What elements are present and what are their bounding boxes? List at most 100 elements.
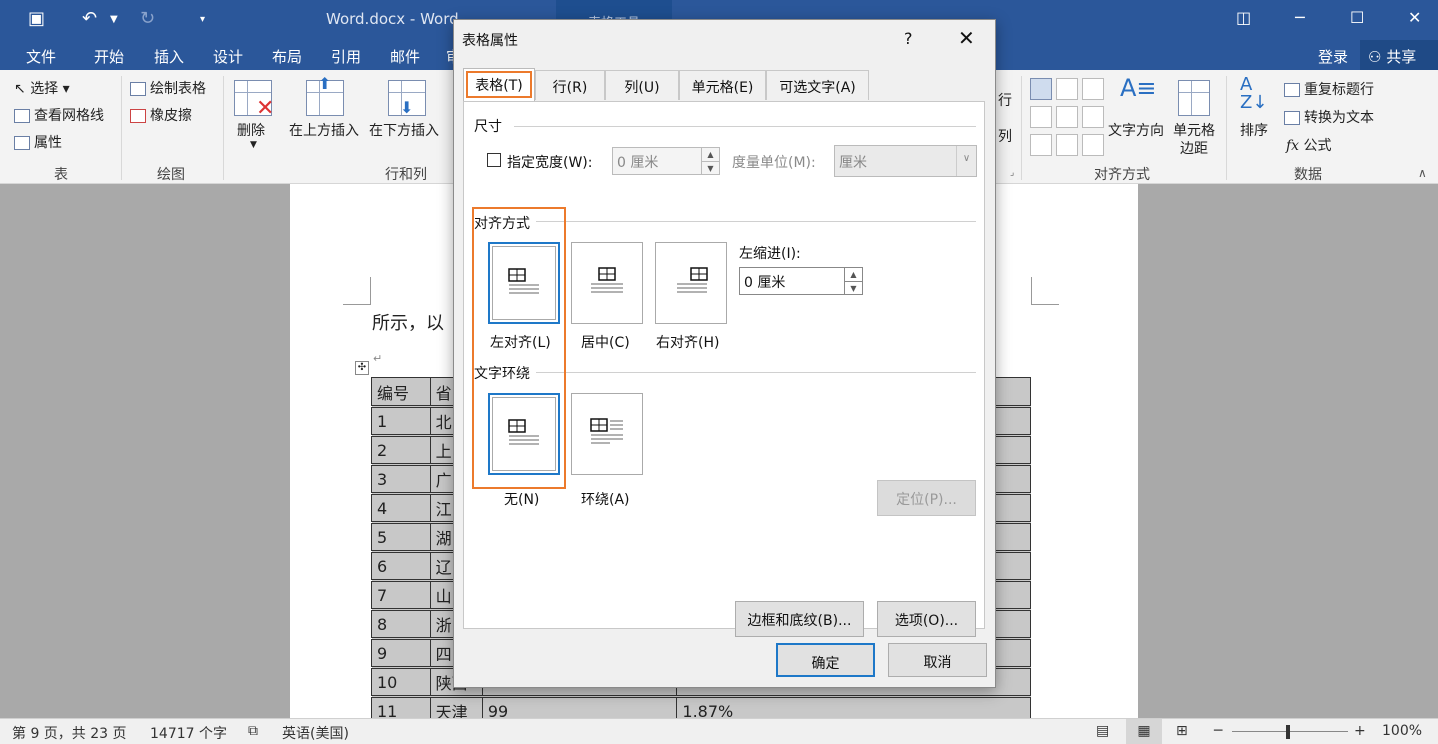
align-center-label[interactable]: 居中(C) [581,332,630,352]
undo-icon[interactable]: ↶ [82,8,97,29]
page-count[interactable]: 第 9 页，共 23 页 [12,723,127,743]
proofing-icon[interactable]: ⧉ [248,723,258,739]
insert-below-button[interactable]: 在下方插入 [369,120,439,140]
table-cell[interactable]: 5 [371,522,431,553]
align-bottom-center-icon[interactable] [1056,134,1078,156]
table-cell[interactable]: 编号 [371,377,431,408]
table-move-handle-icon[interactable]: ✣ [355,361,369,375]
tab-insert[interactable]: 插入 [154,46,184,67]
insert-above-button[interactable]: 在上方插入 [289,120,359,140]
positioning-button[interactable]: 定位(P)... [877,480,976,516]
align-middle-left-icon[interactable] [1030,106,1052,128]
collapse-ribbon-icon[interactable]: ∧ [1418,166,1427,180]
indent-input[interactable]: 0 厘米 ▲ ▼ [739,267,863,295]
align-bottom-right-icon[interactable] [1082,134,1104,156]
spin-up-icon[interactable]: ▲ [844,268,862,281]
delete-button[interactable]: 删除 [237,120,265,140]
align-top-center-icon[interactable] [1056,78,1078,100]
spin-up-icon[interactable]: ▲ [701,148,719,161]
distribute-cols-button[interactable]: 列 [998,126,1012,146]
align-center-option[interactable] [571,242,643,324]
borders-shading-button[interactable]: 边框和底纹(B)... [735,601,864,637]
draw-table-button[interactable]: 绘制表格 [130,78,206,98]
cell-margins-button-line2[interactable]: 边距 [1180,138,1208,158]
customize-qat-icon[interactable]: ▾ [200,14,205,25]
table-cell[interactable]: 3 [371,464,431,495]
select-button[interactable]: ↖ 选择 ▾ [14,78,70,98]
minimize-icon[interactable]: ─ [1295,8,1305,27]
close-window-icon[interactable]: ✕ [1408,8,1421,27]
spin-down-icon[interactable]: ▼ [844,281,862,294]
wrap-around-label[interactable]: 环绕(A) [581,489,630,509]
table-cell[interactable]: 9 [371,638,431,669]
eraser-button[interactable]: 橡皮擦 [130,105,192,125]
ok-button[interactable]: 确定 [776,643,875,677]
status-bar: 第 9 页，共 23 页 14717 个字 ⧉ 英语(美国) ▤ ▦ ⊞ ─ +… [0,718,1438,744]
table-cell[interactable]: 10 [371,667,431,698]
text-direction-button[interactable]: 文字方向 [1108,120,1164,140]
document-paragraph[interactable]: 所示，以 [372,309,444,335]
read-mode-icon[interactable]: ▤ [1096,723,1109,739]
distribute-rows-button[interactable]: 行 [998,90,1012,110]
options-button[interactable]: 选项(O)... [877,601,976,637]
cancel-button[interactable]: 取消 [888,643,987,677]
tab-layout[interactable]: 布局 [272,46,302,67]
login-link[interactable]: 登录 [1318,46,1348,67]
cell-margins-button-line1[interactable]: 单元格 [1173,120,1215,140]
close-icon[interactable]: ✕ [958,26,975,50]
table-cell[interactable]: 8 [371,609,431,640]
tab-home[interactable]: 开始 [94,46,124,67]
measure-in-select[interactable]: 厘米 ∨ [834,145,977,177]
zoom-slider-thumb[interactable] [1286,725,1290,739]
align-top-right-icon[interactable] [1082,78,1104,100]
align-middle-center-icon[interactable] [1056,106,1078,128]
web-layout-icon[interactable]: ⊞ [1176,723,1188,739]
tab-references[interactable]: 引用 [331,46,361,67]
dialog-launcher-icon[interactable]: ⌟ [1010,168,1014,178]
preferred-width-input[interactable]: 0 厘米 ▲ ▼ [612,147,720,175]
zoom-out-icon[interactable]: ─ [1214,723,1222,739]
tab-row[interactable]: 行(R) [535,70,605,100]
repeat-header-button[interactable]: 重复标题行 [1284,79,1374,99]
zoom-in-icon[interactable]: + [1354,723,1366,739]
table-cell[interactable]: 1 [371,406,431,437]
print-layout-icon[interactable]: ▦ [1126,719,1162,744]
table-cell[interactable]: 2 [371,435,431,466]
group-label-draw: 绘图 [157,167,185,183]
align-right-label[interactable]: 右对齐(H) [656,332,719,352]
tab-cell[interactable]: 单元格(E) [679,70,766,100]
table-cell[interactable]: 7 [371,580,431,611]
delete-dropdown-icon[interactable]: ▼ [250,140,257,150]
tab-column[interactable]: 列(U) [605,70,679,100]
preferred-width-checkbox[interactable] [487,153,501,167]
save-icon[interactable]: ▣ [28,8,45,29]
tab-mailings[interactable]: 邮件 [390,46,420,67]
spin-down-icon[interactable]: ▼ [701,161,719,174]
table-cell[interactable]: 4 [371,493,431,524]
formula-button[interactable]: fx 公式 [1286,135,1332,155]
sort-button[interactable]: 排序 [1240,120,1268,140]
align-middle-right-icon[interactable] [1082,106,1104,128]
tab-file[interactable]: 文件 [26,46,56,67]
zoom-slider-track[interactable] [1232,731,1348,732]
convert-text-button[interactable]: 转换为文本 [1284,107,1374,127]
language-indicator[interactable]: 英语(美国) [282,723,349,743]
table-cell[interactable]: 6 [371,551,431,582]
tab-alt-text[interactable]: 可选文字(A) [766,70,869,100]
zoom-level[interactable]: 100% [1382,723,1422,739]
word-count[interactable]: 14717 个字 [150,723,227,743]
align-right-option[interactable] [655,242,727,324]
view-gridlines-button[interactable]: 查看网格线 [14,105,104,125]
wrap-around-option[interactable] [571,393,643,475]
redo-icon[interactable]: ↻ [140,8,155,29]
tab-design[interactable]: 设计 [213,46,243,67]
help-button[interactable]: ? [904,29,913,48]
align-top-left-icon[interactable] [1030,78,1052,100]
maximize-icon[interactable]: ☐ [1350,8,1364,27]
share-button[interactable]: ⚇ 共享 [1360,40,1438,70]
properties-button[interactable]: 属性 [14,132,62,152]
ribbon-display-icon[interactable]: ◫ [1236,8,1251,27]
undo-dropdown-icon[interactable]: ▼ [110,14,118,25]
align-bottom-left-icon[interactable] [1030,134,1052,156]
wrap-none-label[interactable]: 无(N) [504,489,539,509]
